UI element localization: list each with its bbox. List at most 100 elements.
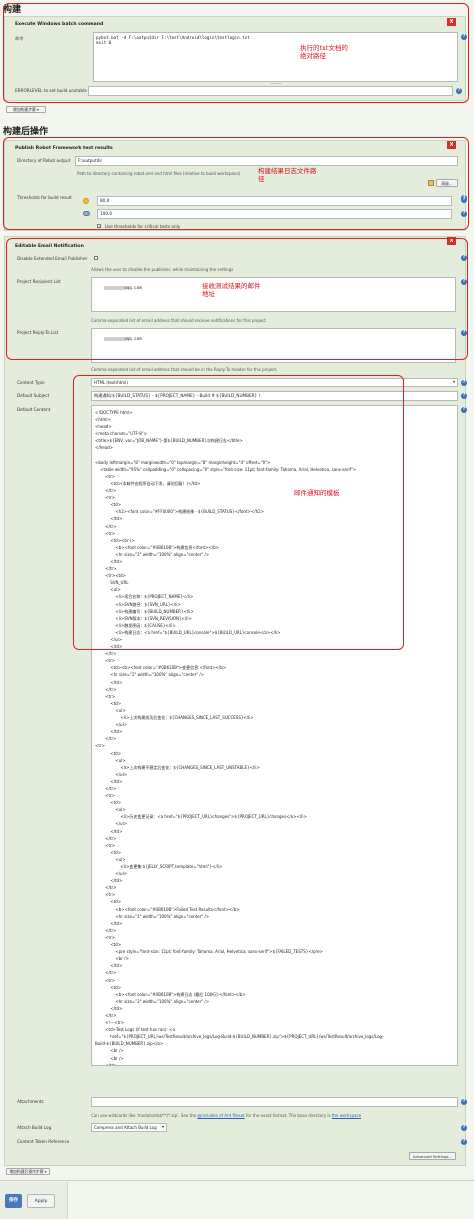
recipient-label: Project Recipient List: [17, 279, 61, 284]
content-line: </td>: [95, 828, 123, 834]
delete-step-button[interactable]: X: [447, 237, 456, 245]
help-icon[interactable]: ?: [461, 380, 467, 386]
content-line: <b><font color="#0B610B">Failed Test Res…: [95, 906, 240, 912]
reply-to-value: @qq.com: [124, 336, 142, 341]
content-line: <td>: [95, 750, 122, 756]
content-line: </ul>: [95, 871, 128, 877]
content-line: <!-- <tr>: [95, 1020, 125, 1026]
content-type-label: Content Type: [17, 380, 45, 385]
content-type-select[interactable]: HTML (text/html) ▾: [91, 378, 458, 387]
add-build-step-button[interactable]: 增加构建步骤 ▾: [6, 106, 46, 113]
content-line: <ul>: [95, 707, 126, 713]
content-line: [95, 452, 417, 459]
content-line: </tr>: [95, 686, 117, 692]
redacted-mark: [104, 337, 125, 341]
content-line: </tr>: [95, 885, 117, 891]
delete-step-button[interactable]: X: [447, 141, 456, 149]
content-line: <td>(本邮件由程序自动下发，请勿回复！)</td>: [95, 480, 201, 486]
content-line: </tr>: [95, 736, 117, 742]
textarea-resize-grip[interactable]: [270, 83, 282, 84]
content-line: href="${PROJECT_URL}ws/TestResult/archiv…: [95, 1034, 384, 1040]
content-line: <td>: [95, 899, 122, 905]
batch-step-title: Execute Windows batch command: [15, 22, 104, 27]
delete-step-button[interactable]: X: [447, 18, 456, 26]
content-line: </tr>: [95, 488, 117, 494]
add-post-build-step-button[interactable]: 增加构建后操作步骤 ▾: [6, 1168, 50, 1175]
help-icon[interactable]: ?: [461, 279, 467, 285]
content-line: <title>${ENV, var="JOB_NAME"}-第${BUILD_N…: [95, 438, 243, 444]
content-line: </td>: [95, 1005, 123, 1011]
content-line: <tr>: [95, 495, 116, 501]
content-line: <ul>: [95, 807, 126, 813]
content-line: <td>Test Logs (if test has ran): <a: [95, 1027, 175, 1033]
robot-dir-input[interactable]: F:\outputdir: [75, 156, 458, 166]
content-line: <tr>: [95, 473, 116, 479]
attach-build-log-select[interactable]: Compress and Attach Build Log ▾: [91, 1123, 167, 1132]
content-line: <tr>: [95, 530, 116, 536]
email-step-title: Editable Email Notification: [15, 244, 84, 249]
content-line: <li>构建日志：<a href="${BUILD_URL}console">$…: [95, 629, 281, 635]
help-icon[interactable]: ?: [461, 407, 467, 413]
critical-only-label: Use thresholds for critical tests only: [105, 224, 181, 229]
advanced-settings-button[interactable]: Advanced Settings...: [409, 1152, 456, 1160]
content-line: <tr>: [95, 977, 116, 983]
content-line: <b><font color="#0B610B">构建日志 (最后 100行):…: [95, 991, 246, 997]
content-line: </td>: [95, 729, 123, 735]
threshold-low-input[interactable]: 100.0: [97, 209, 452, 219]
robot-advanced-button[interactable]: 高级...: [436, 179, 458, 187]
content-type-value: HTML (text/html): [94, 380, 128, 385]
save-button[interactable]: 保存: [5, 1194, 22, 1208]
attach-build-log-label: Attach Build Log: [17, 1125, 52, 1130]
help-icon[interactable]: ?: [461, 1139, 467, 1145]
help-icon[interactable]: ?: [461, 34, 467, 40]
content-line: <tr>: [95, 842, 116, 848]
attachments-input[interactable]: [91, 1097, 458, 1107]
content-line: <tr>: [95, 743, 105, 749]
help-icon[interactable]: ?: [456, 88, 462, 94]
sun-icon: [83, 198, 89, 204]
disable-publisher-checkbox[interactable]: [94, 256, 98, 260]
help-icon[interactable]: ?: [461, 255, 467, 261]
content-line: <head>: [95, 424, 112, 430]
ant-fileset-link[interactable]: @includes of Ant fileset: [197, 1113, 244, 1118]
attachments-hint: Can use wildcards like 'module/dist/**/*…: [91, 1113, 361, 1118]
command-textarea[interactable]: pybot.bat -d F:\outputdir F:\test\Androi…: [93, 32, 458, 82]
annotation-template: 邮件通知的模板: [294, 489, 340, 497]
content-line: <table width="95%" cellpadding="0" cells…: [95, 466, 357, 472]
content-line: <br />: [95, 1055, 124, 1061]
content-line: <tr><td>: [95, 573, 126, 579]
help-icon[interactable]: ?: [461, 330, 467, 336]
help-icon[interactable]: ?: [461, 393, 467, 399]
attachments-hint-mid: for the exact format. The base directory…: [245, 1113, 331, 1118]
default-content-textarea[interactable]: <!DOCTYPE html> <html> <head> <meta charset…: [91, 405, 458, 1066]
recipient-textarea[interactable]: @qq.com: [91, 277, 456, 312]
content-line: <meta charset="UTF-8">: [95, 431, 147, 437]
default-subject-input[interactable]: 构建通知:${BUILD_STATUS} - ${PROJECT_NAME} -…: [91, 391, 458, 401]
thresholds-label: Thresholds for build result: [17, 195, 72, 200]
content-line: <tr>: [95, 793, 116, 799]
threshold-high-input[interactable]: 80.0: [97, 196, 452, 206]
content-line: <hr size="2" width="100%" align="center"…: [95, 913, 210, 919]
content-line: </tr>: [95, 970, 117, 976]
errorlevel-input[interactable]: [88, 86, 453, 96]
footer-divider: [0, 1180, 474, 1181]
errorlevel-label: ERRORLEVEL to set build unstable: [15, 88, 87, 93]
workspace-link[interactable]: the workspace: [332, 1113, 361, 1118]
help-icon[interactable]: ?: [461, 1099, 467, 1105]
help-icon[interactable]: ?: [461, 197, 467, 203]
help-icon[interactable]: ?: [461, 1125, 467, 1131]
content-line: <body leftmargin="8" marginwidth="0" top…: [95, 459, 271, 465]
annotation-command-path: 执行的txt文档的 绝对路径: [300, 44, 348, 60]
apply-button[interactable]: Apply: [27, 1194, 55, 1208]
default-content-code: <!DOCTYPE html> <html> <head> <meta charset…: [95, 409, 417, 1065]
critical-only-checkbox[interactable]: ✓: [97, 224, 101, 229]
content-line: <br />: [95, 956, 129, 962]
content-line: <td>: [95, 942, 122, 948]
reply-to-textarea[interactable]: @qq.com: [91, 328, 456, 363]
content-line: </tr>: [95, 927, 117, 933]
content-line: <td><br />: [95, 537, 135, 543]
content-line: <hr size="2" width="100%" align="center"…: [95, 551, 210, 557]
help-icon[interactable]: ?: [461, 211, 467, 217]
annotation-robot-path: 构建结果日志文件路 径: [258, 167, 317, 183]
content-line: </tr>: [95, 651, 117, 657]
